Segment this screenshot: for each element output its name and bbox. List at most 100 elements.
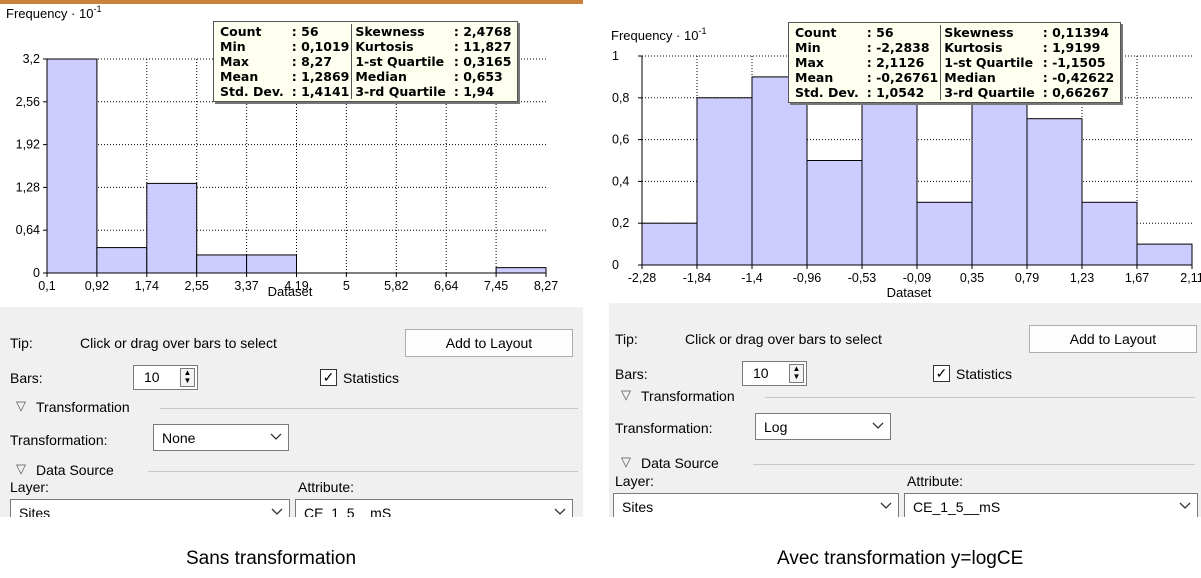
transformation-label: Transformation:: [615, 420, 713, 436]
x-tick-label: 0,92: [85, 279, 109, 293]
collapse-chevron-icon[interactable]: ▽: [621, 454, 631, 470]
layer-label: Layer:: [615, 473, 654, 489]
histogram-chart-left[interactable]: Frequency · 10-1 Dataset 0 0,64 1,28 1,92 2,…: [0, 4, 583, 307]
chevron-down-icon: [271, 508, 283, 515]
bars-value: 10: [753, 365, 769, 381]
x-tick-label: 7,45: [484, 279, 508, 293]
layer-value: Sites: [19, 505, 51, 517]
y-tick-label: 1,92: [16, 138, 40, 152]
caption-right: Avec transformation y=logCE: [777, 548, 1024, 569]
stat-label: Kurtosis: [351, 39, 452, 54]
caption-left: Sans transformation: [186, 548, 357, 569]
x-tick-label: 2,55: [185, 279, 209, 293]
stat-value: : 2,4768: [453, 24, 512, 39]
stat-value: : -2,2838: [866, 40, 930, 55]
stat-value: : 1,4141: [291, 84, 350, 99]
tip-text: Click or drag over bars to select: [80, 335, 277, 351]
layer-select[interactable]: Sites: [613, 493, 899, 517]
y-tick-label: 0: [33, 266, 40, 280]
stat-label: Skewness: [351, 24, 452, 39]
spinner-arrows-icon[interactable]: ▲ ▼: [180, 368, 195, 387]
chevron-down-icon: [1179, 502, 1191, 509]
attribute-label: Attribute:: [907, 473, 964, 489]
bars-spinner[interactable]: 10 ▲ ▼: [742, 361, 807, 386]
stat-value: : 1,94: [453, 84, 495, 99]
layer-label: Layer:: [10, 479, 49, 495]
y-tick-label: 3,2: [23, 52, 40, 66]
chevron-down-icon: [270, 433, 282, 440]
tip-label: Tip:: [615, 331, 638, 347]
x-tick-label: 6,64: [434, 279, 458, 293]
stat-value: : -1,1505: [1042, 55, 1106, 70]
stat-value: : 0,3165: [453, 54, 512, 69]
chevron-down-icon: [872, 422, 884, 429]
x-tick-label: 1,23: [1070, 271, 1094, 285]
stat-label: 1-st Quartile: [940, 55, 1041, 70]
histogram-bar: [246, 254, 298, 274]
x-tick-label: -1,4: [741, 271, 763, 285]
stat-value: : 56: [291, 24, 319, 39]
statistics-checkbox[interactable]: ✓: [933, 365, 950, 382]
section-divider: [765, 397, 1195, 398]
transformation-section-header[interactable]: Transformation: [36, 399, 130, 415]
histogram-bar: [806, 160, 863, 266]
datasource-section-header[interactable]: Data Source: [641, 455, 719, 471]
stat-value: : 0,11394: [1042, 25, 1110, 40]
x-tick-label: 4,19: [284, 279, 308, 293]
x-tick-label: -2,28: [628, 271, 657, 285]
stat-label: 1-st Quartile: [351, 54, 452, 69]
stat-label: Std. Dev.: [220, 84, 284, 99]
add-to-layout-button[interactable]: Add to Layout: [1029, 325, 1197, 353]
x-tick-label: 1,67: [1125, 271, 1149, 285]
stat-label: Max: [220, 54, 249, 69]
collapse-chevron-icon[interactable]: ▽: [621, 387, 631, 403]
y-tick-label: 0: [612, 258, 619, 272]
stat-label: Skewness: [940, 25, 1041, 40]
checkmark-icon: ✓: [935, 365, 948, 381]
stat-value: : -0,26761: [866, 70, 939, 85]
attribute-select[interactable]: CE_1_5__mS: [295, 499, 573, 517]
x-tick-label: 2,11: [1180, 271, 1201, 285]
transformation-section-header[interactable]: Transformation: [641, 388, 735, 404]
y-tick-label: 0,4: [612, 174, 629, 188]
collapse-chevron-icon[interactable]: ▽: [16, 398, 26, 414]
statistics-box: Count: 56 Skewness: 0,11394 Min: -2,2838 K…: [788, 22, 1122, 103]
stat-label: Max: [795, 55, 824, 70]
datasource-section-header[interactable]: Data Source: [36, 462, 114, 478]
layer-value: Sites: [622, 499, 654, 515]
x-tick-label: 8,27: [534, 279, 558, 293]
histogram-chart-right[interactable]: Frequency · 10-1 Dataset 0 0,2 0,4 0,6 0,8 1-…: [609, 0, 1201, 303]
attribute-select[interactable]: CE_1_5__mS: [904, 493, 1198, 517]
x-tick-label: 3,37: [234, 279, 258, 293]
spinner-arrows-icon[interactable]: ▲ ▼: [789, 364, 804, 383]
histogram-bar: [1081, 201, 1138, 266]
layer-select[interactable]: Sites: [10, 499, 290, 517]
histogram-bar: [196, 254, 248, 274]
transformation-select[interactable]: Log: [755, 413, 891, 440]
stat-label: Min: [220, 39, 246, 54]
stat-label: Std. Dev.: [795, 85, 859, 100]
section-divider: [160, 408, 578, 409]
stat-value: : 0,66267: [1042, 85, 1110, 100]
bars-spinner[interactable]: 10 ▲ ▼: [133, 365, 198, 390]
histogram-bar: [916, 201, 973, 266]
x-tick-label: 1,74: [135, 279, 159, 293]
x-axis-title: Dataset: [887, 285, 932, 300]
y-tick-label: 0,8: [612, 91, 629, 105]
x-tick-label: 0,1: [38, 279, 55, 293]
y-tick-label: 0,2: [612, 216, 629, 230]
histogram-bar: [1026, 118, 1083, 266]
transformation-select[interactable]: None: [153, 424, 289, 451]
add-to-layout-button[interactable]: Add to Layout: [405, 329, 573, 357]
stat-value: : 0,1019: [291, 39, 350, 54]
y-tick-label: 0,64: [16, 223, 40, 237]
stat-value: : -0,42622: [1042, 70, 1115, 85]
section-divider: [148, 471, 578, 472]
histogram-bar: [1136, 243, 1193, 266]
x-tick-label: -1,84: [683, 271, 712, 285]
x-tick-label: 0,35: [960, 271, 984, 285]
stat-label: Mean: [795, 70, 834, 85]
collapse-chevron-icon[interactable]: ▽: [16, 461, 26, 477]
statistics-checkbox[interactable]: ✓: [320, 369, 337, 386]
bars-value: 10: [144, 369, 160, 385]
